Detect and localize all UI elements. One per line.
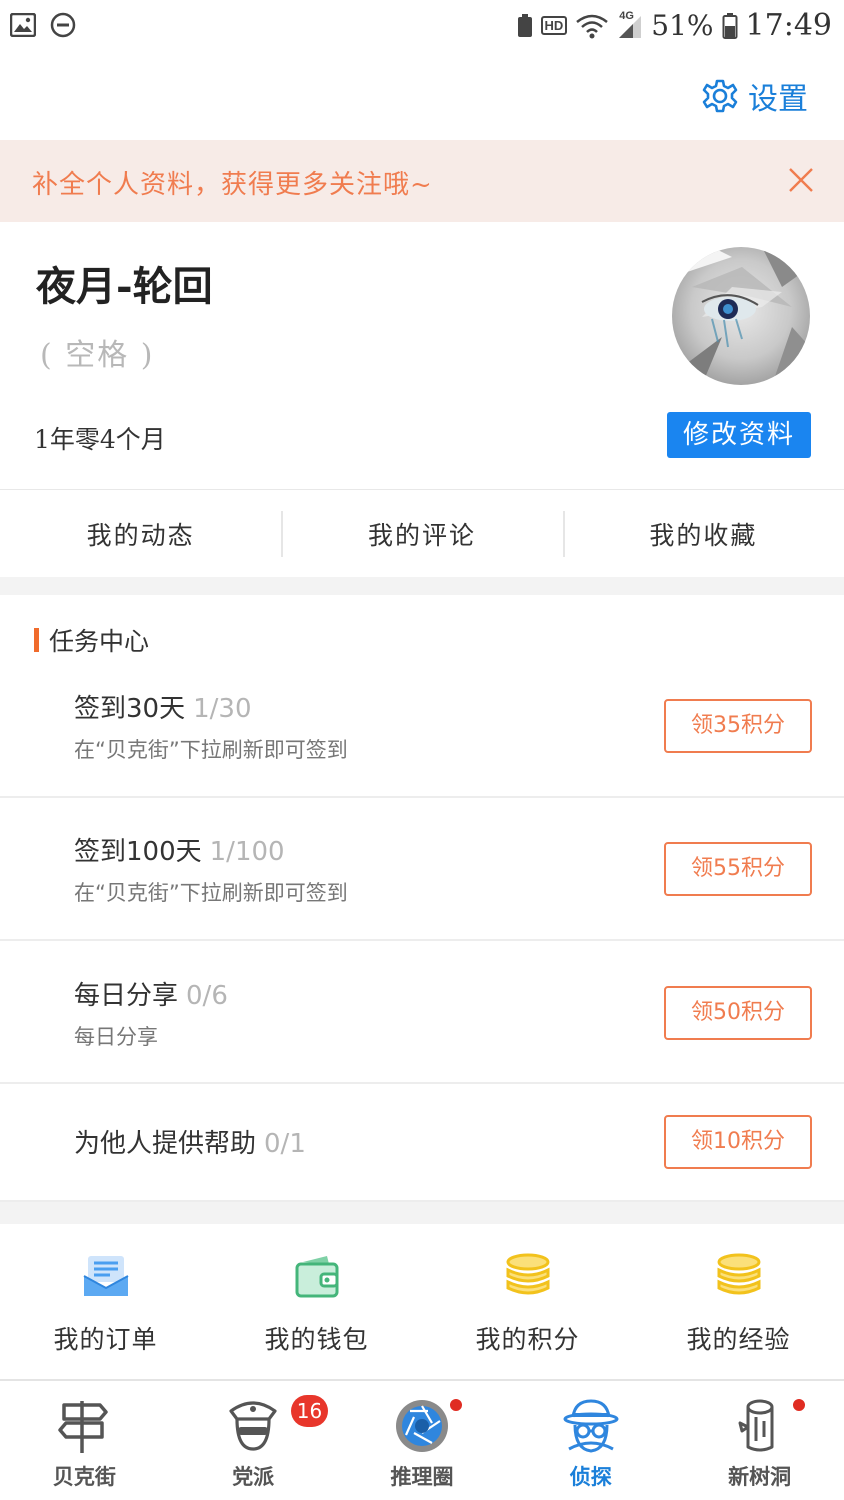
member-age: 1年零4个月 (34, 425, 166, 454)
task-progress: 1/30 (193, 694, 252, 724)
quick-link-label: 我的积分 (475, 1325, 580, 1354)
nav-baker-street[interactable]: 贝克街 (0, 1381, 169, 1500)
status-bar: HD 4G 51% 17:49 (0, 0, 844, 52)
cell-signal-icon: 4G (617, 10, 643, 40)
wallet-icon (295, 1256, 338, 1298)
my-wallet-link[interactable]: 我的钱包 (211, 1238, 422, 1378)
nav-label: 推理圈 (390, 1464, 454, 1489)
detective-icon (563, 1399, 619, 1453)
settings-label: 设置 (748, 82, 808, 117)
task-name: 每日分享 0/6 (74, 975, 228, 1012)
task-center-label: 任务中心 (49, 627, 150, 656)
task-title: 为他人提供帮助 (74, 1129, 257, 1159)
task-title: 每日分享 (74, 981, 179, 1011)
task-name: 为他人提供帮助 0/1 (74, 1123, 306, 1160)
bottom-nav: 贝克街 16 党派 推理圈 侦探 新树洞 (0, 1379, 844, 1500)
claim-points-button[interactable]: 领35积分 (664, 699, 812, 753)
nav-label: 党派 (232, 1464, 275, 1489)
claim-points-button[interactable]: 领10积分 (664, 1115, 812, 1169)
quick-link-label: 我的订单 (53, 1325, 158, 1354)
tree-stump-icon (738, 1399, 774, 1452)
notice-text: 补全个人资料，获得更多关注哦~ (32, 170, 433, 200)
task-progress: 0/6 (186, 981, 228, 1011)
do-not-disturb-icon (50, 12, 76, 38)
camera-aperture-icon (395, 1400, 448, 1452)
battery-percent: 51% (651, 9, 714, 42)
tab-my-posts[interactable]: 我的动态 (0, 491, 281, 577)
quick-link-label: 我的经验 (686, 1325, 791, 1354)
task-progress: 0/1 (264, 1129, 306, 1159)
hd-badge: HD (540, 16, 568, 35)
task-progress: 1/100 (209, 837, 285, 867)
signpost-icon (58, 1401, 109, 1453)
nav-tree-hole[interactable]: 新树洞 (675, 1381, 844, 1500)
nav-reasoning-circle[interactable]: 推理圈 (338, 1381, 507, 1500)
task-name: 签到30天 1/30 (74, 688, 251, 725)
close-icon[interactable] (788, 167, 814, 193)
my-experience-link[interactable]: 我的经验 (633, 1238, 844, 1378)
battery-saver-icon (517, 13, 532, 37)
quick-link-label: 我的钱包 (264, 1325, 369, 1354)
battery-icon (722, 12, 738, 39)
wifi-icon (576, 14, 609, 38)
profile-signature: ( 空格 ) (40, 338, 155, 373)
coins-icon (717, 1253, 760, 1295)
task-desc: 每日分享 (74, 1025, 158, 1049)
nav-detective[interactable]: 侦探 (506, 1381, 675, 1500)
my-points-link[interactable]: 我的积分 (422, 1238, 633, 1378)
profile-name: 夜月-轮回 (36, 263, 213, 310)
profile-completion-notice: 补全个人资料，获得更多关注哦~ (0, 140, 844, 222)
order-icon (83, 1256, 128, 1296)
clock: 17:49 (745, 8, 832, 43)
divider (0, 939, 844, 941)
notification-dot (791, 1397, 808, 1413)
image-icon (10, 13, 36, 37)
divider (0, 1082, 844, 1084)
police-cap-icon (229, 1401, 277, 1451)
divider (0, 796, 844, 798)
tab-my-favorites[interactable]: 我的收藏 (562, 491, 844, 577)
edit-profile-button[interactable]: 修改资料 (667, 412, 811, 458)
task-center-title: 任务中心 (34, 622, 149, 658)
quick-links: 我的订单 我的钱包 我的积分 我的经验 (0, 1238, 844, 1378)
section-gap (0, 577, 844, 595)
task-title: 签到30天 (74, 694, 186, 724)
nav-label: 新树洞 (728, 1464, 792, 1489)
divider (0, 489, 844, 490)
claim-points-button[interactable]: 领55积分 (664, 842, 812, 896)
section-gap (0, 1202, 844, 1224)
notification-badge: 16 (290, 1395, 329, 1427)
tab-my-comments[interactable]: 我的评论 (281, 491, 562, 577)
task-desc: 在“贝克街”下拉刷新即可签到 (74, 738, 348, 762)
nav-label: 侦探 (569, 1464, 612, 1489)
nav-label: 贝克街 (52, 1464, 116, 1489)
my-content-tabs: 我的动态 我的评论 我的收藏 (0, 491, 844, 577)
task-title: 签到100天 (74, 837, 202, 867)
nav-party[interactable]: 16 党派 (169, 1381, 338, 1500)
task-name: 签到100天 1/100 (74, 831, 285, 868)
avatar[interactable] (672, 247, 810, 385)
claim-points-button[interactable]: 领50积分 (664, 986, 812, 1040)
my-orders-link[interactable]: 我的订单 (0, 1238, 211, 1378)
gear-icon (702, 79, 738, 113)
section-marker (34, 628, 39, 652)
notification-dot (447, 1397, 464, 1413)
settings-button[interactable]: 设置 (702, 74, 808, 118)
coins-icon (506, 1253, 549, 1295)
task-desc: 在“贝克街”下拉刷新即可签到 (74, 881, 348, 905)
